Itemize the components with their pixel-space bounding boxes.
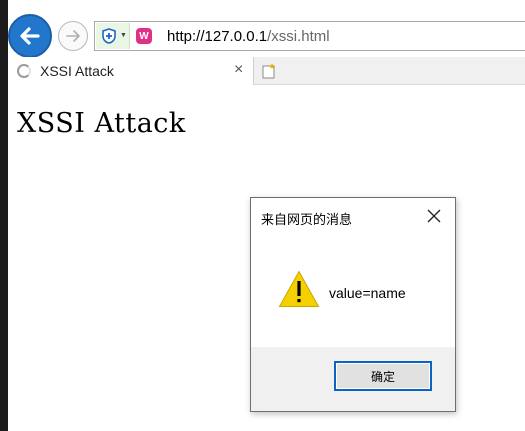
- tab-close-icon[interactable]: ×: [234, 61, 243, 79]
- security-button[interactable]: ▼: [96, 23, 130, 49]
- tab-title: XSSI Attack: [40, 63, 114, 79]
- dialog-message: value=name: [329, 285, 406, 301]
- close-icon[interactable]: [425, 207, 443, 225]
- shield-icon: [102, 28, 116, 44]
- dialog-footer: 确定: [251, 347, 455, 411]
- tab-strip: XSSI Attack ×: [8, 57, 525, 85]
- site-favicon-icon: W: [136, 28, 152, 44]
- url-host: http://127.0.0.1: [167, 28, 268, 45]
- address-bar[interactable]: ▼ W http://127.0.0.1/xssi.html: [94, 21, 525, 51]
- ok-button[interactable]: 确定: [334, 361, 432, 391]
- forward-arrow-icon: [66, 30, 80, 42]
- alert-dialog: 来自网页的消息 value=name 确定: [250, 197, 456, 412]
- new-tab-button[interactable]: [257, 59, 281, 83]
- chevron-down-icon: ▼: [120, 32, 127, 39]
- page-title: XSSI Attack: [17, 108, 186, 139]
- loading-spinner-icon: [17, 64, 31, 78]
- dialog-title: 来自网页的消息: [261, 212, 353, 227]
- back-button[interactable]: [8, 14, 52, 58]
- url-path: /xssi.html: [267, 28, 330, 45]
- window-edge: [0, 0, 8, 431]
- forward-button[interactable]: [58, 21, 88, 51]
- tab-xssi-attack[interactable]: XSSI Attack ×: [8, 57, 254, 85]
- new-tab-icon: [262, 63, 275, 79]
- warning-icon: [278, 270, 320, 307]
- back-arrow-icon: [20, 27, 40, 45]
- url-text[interactable]: http://127.0.0.1/xssi.html: [167, 28, 330, 45]
